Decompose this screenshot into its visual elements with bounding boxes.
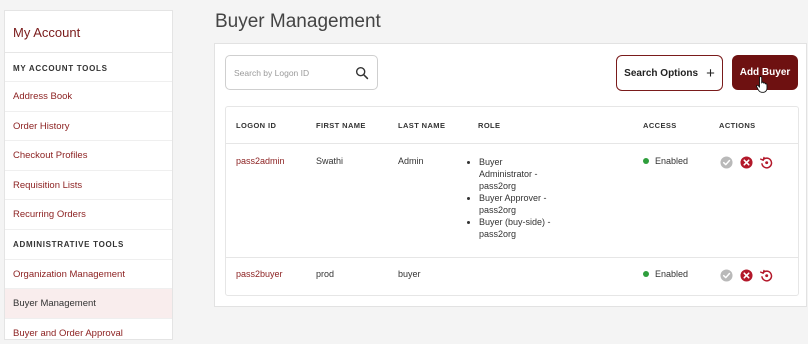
disable-icon[interactable] [740,269,753,282]
access-status-label: Enabled [655,269,689,279]
sidebar-item-buyer-management[interactable]: Buyer Management [5,289,172,319]
section-heading-administrative-tools: ADMINISTRATIVE TOOLS [5,230,172,260]
search-input[interactable] [234,65,349,81]
reset-icon[interactable] [760,156,773,169]
enabled-dot-icon [643,158,649,164]
plus-icon: + [706,64,715,82]
role-item: Buyer Administrator - pass2org [479,156,553,192]
hand-cursor-icon [756,76,768,93]
check-icon[interactable] [720,269,733,282]
sidebar-item-order-history[interactable]: Order History [5,112,172,141]
row-divider [226,257,798,258]
search-options-label: Search Options [624,67,699,79]
role-item: Buyer Approver - pass2org [479,192,553,216]
search-box[interactable] [225,55,378,90]
logon-id-link[interactable]: pass2buyer [236,269,283,279]
reset-icon[interactable] [760,269,773,282]
section-heading-my-account-tools: MY ACCOUNT TOOLS [5,53,172,82]
enabled-dot-icon [643,271,649,277]
column-header-access: ACCESS [643,121,677,130]
sidebar-item-checkout-profiles[interactable]: Checkout Profiles [5,141,172,171]
role-item: Buyer (buy-side) - pass2org [479,216,553,240]
sidebar-item-requisition-lists[interactable]: Requisition Lists [5,171,172,200]
sidebar-item-recurring-orders[interactable]: Recurring Orders [5,200,172,230]
access-status: Enabled [643,156,688,166]
row-actions [720,269,773,282]
column-header-logon-id: LOGON ID [236,121,277,130]
sidebar-item-organization-management[interactable]: Organization Management [5,260,172,289]
access-status-label: Enabled [655,156,689,166]
first-name-cell: Swathi [316,156,344,166]
search-options-button[interactable]: Search Options + [616,55,723,91]
role-list: Buyer Administrator - pass2org Buyer App… [468,156,553,240]
buyer-panel: Search Options + Add Buyer LOGON ID FIRS… [214,43,807,307]
column-header-actions: ACTIONS [719,121,756,130]
sidebar-title: My Account [5,11,172,53]
buyers-table: LOGON ID FIRST NAME LAST NAME ROLE ACCES… [225,106,799,296]
column-header-role: ROLE [478,121,501,130]
column-header-first-name: FIRST NAME [316,121,366,130]
first-name-cell: prod [316,269,335,279]
sidebar-item-address-book[interactable]: Address Book [5,82,172,112]
sidebar-item-buyer-and-order-approval[interactable]: Buyer and Order Approval [5,319,172,344]
search-icon[interactable] [355,66,369,80]
sidebar: My Account MY ACCOUNT TOOLS Address Book… [4,10,173,340]
last-name-cell: Admin [398,156,424,166]
header-divider [226,143,798,144]
last-name-cell: buyer [398,269,421,279]
access-status: Enabled [643,269,688,279]
column-header-last-name: LAST NAME [398,121,446,130]
check-icon[interactable] [720,156,733,169]
logon-id-link[interactable]: pass2admin [236,156,285,166]
row-actions [720,156,773,169]
disable-icon[interactable] [740,156,753,169]
page-title: Buyer Management [215,11,381,32]
